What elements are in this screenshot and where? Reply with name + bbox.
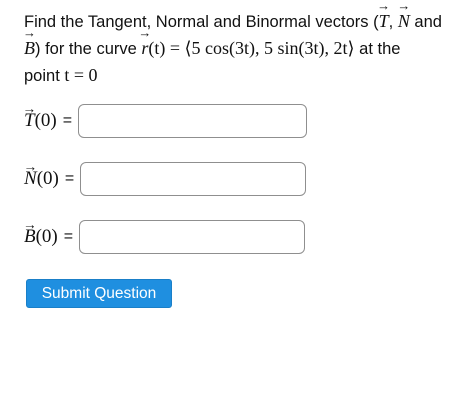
binormal-symbol: B [24, 38, 35, 58]
normal-answer-input[interactable] [80, 162, 307, 196]
answer-row-tangent: T(0) = [24, 104, 308, 138]
equals-sign: = [64, 170, 75, 187]
curve-equation: r(t) = ⟨5 cos(3t), 5 sin(3t), 2t⟩ [141, 38, 354, 58]
answer-row-binormal: B(0) = [24, 220, 306, 254]
problem-statement: Find the Tangent, Normal and Binormal ve… [24, 8, 454, 89]
tangent-symbol: T [379, 11, 389, 31]
tangent-answer-input[interactable] [78, 104, 308, 138]
equals-sign: = [63, 228, 74, 245]
binormal-answer-input[interactable] [79, 220, 306, 254]
point-equation: t = 0 [64, 65, 98, 85]
problem-line-2: B) for the curve r(t) = ⟨5 cos(3t), 5 si… [24, 35, 454, 62]
answer-row-normal: N(0) = [24, 162, 307, 196]
problem-line-1: Find the Tangent, Normal and Binormal ve… [24, 8, 454, 35]
binormal-label: B(0) [24, 226, 58, 248]
normal-symbol: N [398, 11, 410, 31]
problem-text: Find the Tangent, Normal and Binormal ve… [24, 13, 379, 31]
tangent-label: T(0) [24, 110, 57, 132]
submit-question-button[interactable]: Submit Question [26, 279, 172, 308]
normal-label: N(0) [24, 168, 59, 190]
problem-line-3: point t = 0 [24, 65, 98, 85]
equals-sign: = [62, 112, 73, 129]
